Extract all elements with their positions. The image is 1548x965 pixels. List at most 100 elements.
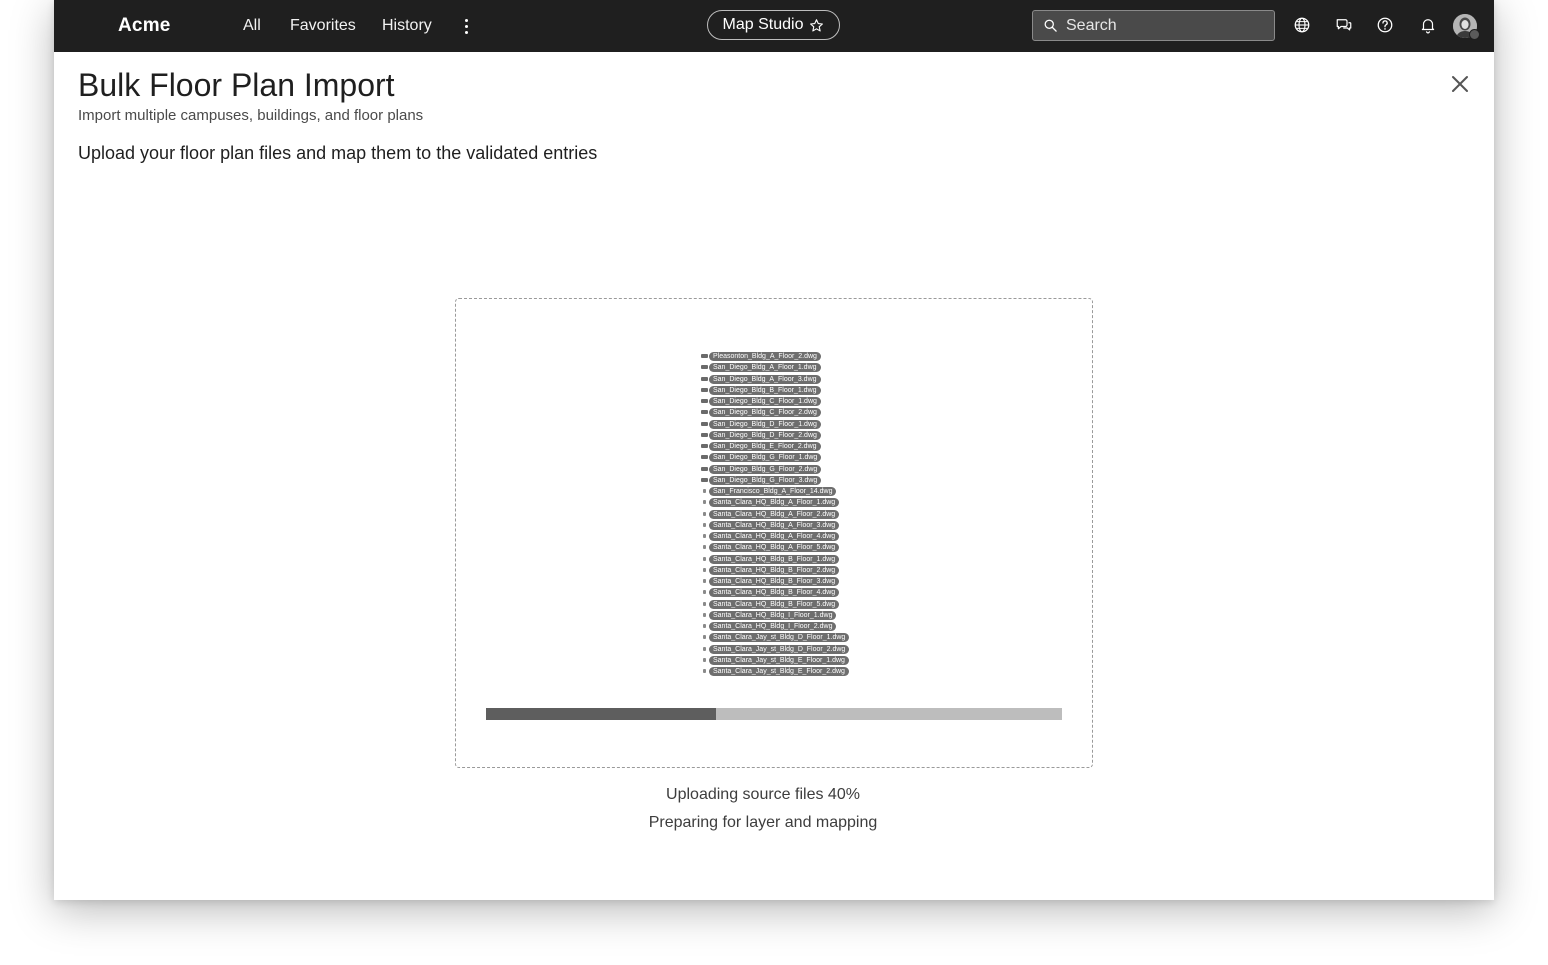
- search-icon: [1044, 19, 1057, 32]
- file-list-item: Santa_Clara_Jay_st_Bldg_E_Floor_1.dwg: [699, 655, 869, 666]
- file-icon: [701, 432, 708, 437]
- file-icon: [703, 489, 706, 493]
- file-list-item: San_Diego_Bldg_D_Floor_2.dwg: [699, 430, 869, 441]
- file-list-item: San_Diego_Bldg_E_Floor_2.dwg: [699, 441, 869, 452]
- file-name-chip: San_Diego_Bldg_G_Floor_2.dwg: [709, 464, 822, 474]
- upload-status-subtext: Preparing for layer and mapping: [648, 814, 878, 831]
- file-list-item: San_Diego_Bldg_A_Floor_1.dwg: [699, 362, 869, 373]
- file-list-item: Santa_Clara_HQ_Bldg_B_Floor_2.dwg: [699, 565, 869, 576]
- file-icon: [703, 601, 706, 606]
- file-list-item: San_Diego_Bldg_G_Floor_2.dwg: [699, 464, 869, 475]
- file-name-chip: Santa_Clara_HQ_Bldg_B_Floor_1.dwg: [709, 554, 840, 564]
- upload-progress-bar: [486, 708, 1062, 720]
- file-icon: [701, 387, 708, 392]
- nav-history[interactable]: History: [382, 17, 432, 35]
- file-name-chip: Santa_Clara_HQ_Bldg_A_Floor_1.dwg: [709, 498, 840, 508]
- file-icon: [703, 646, 706, 651]
- presence-status-dot: [1469, 29, 1480, 40]
- app-switcher-pill[interactable]: Map Studio: [707, 10, 840, 40]
- upload-progress-fill: [486, 708, 717, 720]
- page-subtitle: Import multiple campuses, buildings, and…: [78, 107, 424, 124]
- chat-icon[interactable]: [1335, 16, 1353, 34]
- file-icon: [701, 455, 708, 460]
- file-list-item: Santa_Clara_Jay_st_Bldg_D_Floor_1.dwg: [699, 632, 869, 643]
- file-list-item: Santa_Clara_HQ_Bldg_A_Floor_2.dwg: [699, 509, 869, 520]
- file-list-item: Santa_Clara_HQ_Bldg_A_Floor_1.dwg: [699, 497, 869, 508]
- file-list-item: Santa_Clara_HQ_Bldg_A_Floor_5.dwg: [699, 542, 869, 553]
- file-name-chip: San_Diego_Bldg_G_Floor_1.dwg: [709, 453, 822, 463]
- file-name-chip: Santa_Clara_HQ_Bldg_B_Floor_2.dwg: [709, 565, 840, 575]
- file-icon: [703, 612, 706, 617]
- file-list-item: Santa_Clara_HQ_Bldg_I_Floor_2.dwg: [699, 621, 869, 632]
- file-list-item: Santa_Clara_HQ_Bldg_B_Floor_4.dwg: [699, 587, 869, 598]
- file-icon: [701, 376, 708, 381]
- file-list-item: San_Diego_Bldg_C_Floor_2.dwg: [699, 407, 869, 418]
- app-pill-label: Map Studio: [722, 16, 804, 33]
- file-list-item: Santa_Clara_Jay_st_Bldg_D_Floor_2.dwg: [699, 644, 869, 655]
- file-icon: [701, 354, 708, 358]
- file-name-chip: San_Diego_Bldg_B_Floor_1.dwg: [709, 385, 821, 395]
- more-vertical-icon[interactable]: [458, 15, 474, 37]
- page-title: Bulk Floor Plan Import: [78, 67, 395, 103]
- import-window: Acme All Favorites History Map Studio Se…: [54, 0, 1494, 900]
- file-icon: [703, 579, 706, 583]
- file-list-item: Pleasonton_Bldg_A_Floor_2.dwg: [699, 351, 869, 362]
- file-name-chip: San_Diego_Bldg_E_Floor_2.dwg: [709, 442, 821, 451]
- file-icon: [703, 545, 706, 550]
- close-icon[interactable]: [1450, 74, 1470, 94]
- file-list-item: Santa_Clara_HQ_Bldg_A_Floor_4.dwg: [699, 531, 869, 542]
- file-list-item: San_Diego_Bldg_B_Floor_1.dwg: [699, 385, 869, 396]
- file-icon: [703, 534, 706, 538]
- file-list-item: San_Diego_Bldg_G_Floor_3.dwg: [699, 475, 869, 486]
- file-icon: [703, 635, 706, 640]
- file-icon: [701, 477, 708, 482]
- file-name-chip: Santa_Clara_HQ_Bldg_B_Floor_3.dwg: [709, 577, 840, 586]
- file-name-chip: San_Diego_Bldg_C_Floor_1.dwg: [709, 397, 821, 406]
- file-name-chip: Santa_Clara_Jay_st_Bldg_D_Floor_1.dwg: [709, 633, 850, 643]
- file-icon: [701, 421, 708, 426]
- file-name-chip: Santa_Clara_Jay_st_Bldg_D_Floor_2.dwg: [709, 644, 850, 654]
- file-name-chip: Santa_Clara_HQ_Bldg_B_Floor_5.dwg: [709, 599, 840, 609]
- file-icon: [701, 466, 708, 471]
- file-name-chip: Pleasonton_Bldg_A_Floor_2.dwg: [709, 352, 821, 361]
- bell-icon[interactable]: [1419, 16, 1437, 34]
- brand-logo[interactable]: Acme: [118, 15, 171, 37]
- file-name-chip: San_Diego_Bldg_G_Floor_3.dwg: [709, 475, 822, 485]
- file-name-chip: Santa_Clara_HQ_Bldg_I_Floor_1.dwg: [709, 610, 837, 620]
- file-list-item: Santa_Clara_HQ_Bldg_A_Floor_3.dwg: [699, 520, 869, 531]
- help-icon[interactable]: [1376, 16, 1394, 34]
- file-icon: [703, 500, 706, 505]
- file-list-item: Santa_Clara_HQ_Bldg_B_Floor_5.dwg: [699, 599, 869, 610]
- file-icon: [701, 399, 708, 403]
- nav-favorites[interactable]: Favorites: [290, 17, 356, 35]
- upload-status-text: Uploading source files 40%: [666, 786, 860, 803]
- search-input[interactable]: [1066, 16, 1256, 35]
- file-name-chip: San_Diego_Bldg_A_Floor_3.dwg: [709, 374, 821, 384]
- nav-all[interactable]: All: [243, 17, 261, 35]
- file-icon: [701, 365, 708, 370]
- file-icon: [703, 511, 706, 516]
- file-list-item: San_Diego_Bldg_G_Floor_1.dwg: [699, 452, 869, 463]
- file-name-chip: Santa_Clara_HQ_Bldg_I_Floor_2.dwg: [709, 622, 837, 631]
- file-list-item: San_Diego_Bldg_A_Floor_3.dwg: [699, 374, 869, 385]
- file-name-chip: Santa_Clara_HQ_Bldg_A_Floor_5.dwg: [709, 543, 840, 553]
- file-icon: [701, 444, 708, 448]
- file-name-chip: Santa_Clara_HQ_Bldg_B_Floor_4.dwg: [709, 588, 840, 598]
- file-list-item: San_Francisco_Bldg_A_Floor_14.dwg: [699, 486, 869, 497]
- file-name-chip: Santa_Clara_Jay_st_Bldg_E_Floor_2.dwg: [709, 667, 849, 676]
- file-icon: [703, 590, 706, 595]
- file-name-chip: San_Diego_Bldg_D_Floor_2.dwg: [709, 430, 821, 440]
- file-name-chip: Santa_Clara_HQ_Bldg_A_Floor_3.dwg: [709, 520, 840, 530]
- file-name-chip: Santa_Clara_Jay_st_Bldg_E_Floor_1.dwg: [709, 655, 849, 665]
- file-name-chip: Santa_Clara_HQ_Bldg_A_Floor_2.dwg: [709, 509, 840, 519]
- file-icon: [703, 624, 706, 628]
- global-search[interactable]: [1032, 10, 1275, 41]
- globe-icon[interactable]: [1293, 16, 1311, 34]
- file-name-chip: San_Diego_Bldg_A_Floor_1.dwg: [709, 363, 821, 373]
- file-icon: [701, 410, 708, 415]
- file-list-item: San_Diego_Bldg_D_Floor_1.dwg: [699, 419, 869, 430]
- file-icon: [703, 556, 706, 561]
- file-list-item: Santa_Clara_Jay_st_Bldg_E_Floor_2.dwg: [699, 666, 869, 677]
- file-name-chip: San_Diego_Bldg_D_Floor_1.dwg: [709, 419, 821, 429]
- star-icon[interactable]: [809, 18, 824, 33]
